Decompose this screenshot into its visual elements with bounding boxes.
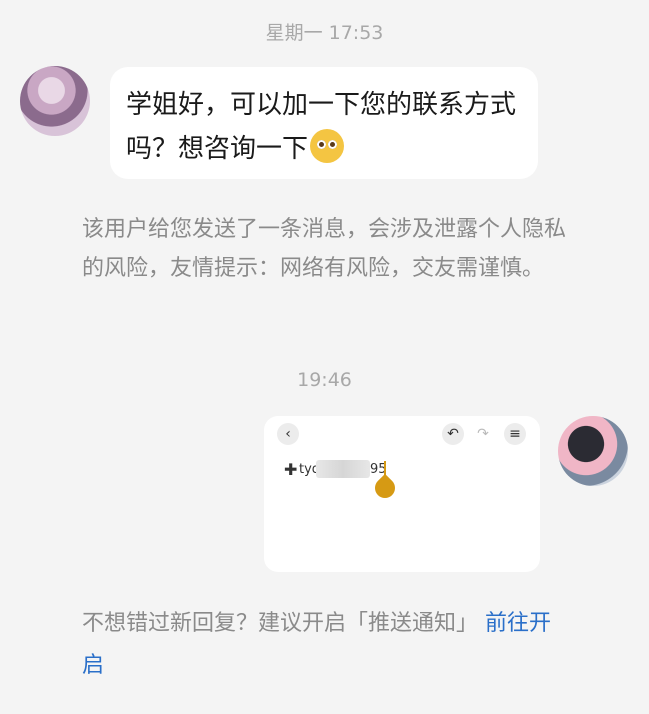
sender-avatar[interactable] xyxy=(20,66,90,136)
redacted-blur xyxy=(316,460,370,478)
timestamp-second: 19:46 xyxy=(297,369,352,391)
back-icon: ‹ xyxy=(277,423,299,445)
menu-icon: ≡ xyxy=(504,423,526,445)
pleading-face-emoji-icon xyxy=(310,129,345,163)
undo-icon: ↶ xyxy=(442,423,464,445)
cursor-handle-icon xyxy=(370,473,400,503)
redo-icon: ↷ xyxy=(477,426,489,442)
push-prompt-text: 不想错过新回复？建议开启「推送通知」 xyxy=(82,611,479,636)
plus-icon: ✚ xyxy=(284,460,298,479)
own-avatar[interactable] xyxy=(558,416,628,486)
push-notification-prompt: 不想错过新回复？建议开启「推送通知」 前往开启 xyxy=(82,603,572,687)
privacy-warning-notice: 该用户给您发送了一条消息，会涉及泄露个人隐私的风险，友情提示：网络有风险，交友需… xyxy=(82,217,567,281)
incoming-message-bubble[interactable]: 学姐好，可以加一下您的联系方式吗？想咨询一下 xyxy=(110,67,538,179)
timestamp-first: 星期一 17:53 xyxy=(265,22,384,44)
image-message[interactable]: ‹ ↶ ↷ ≡ ✚ tyq 95 xyxy=(264,416,540,572)
